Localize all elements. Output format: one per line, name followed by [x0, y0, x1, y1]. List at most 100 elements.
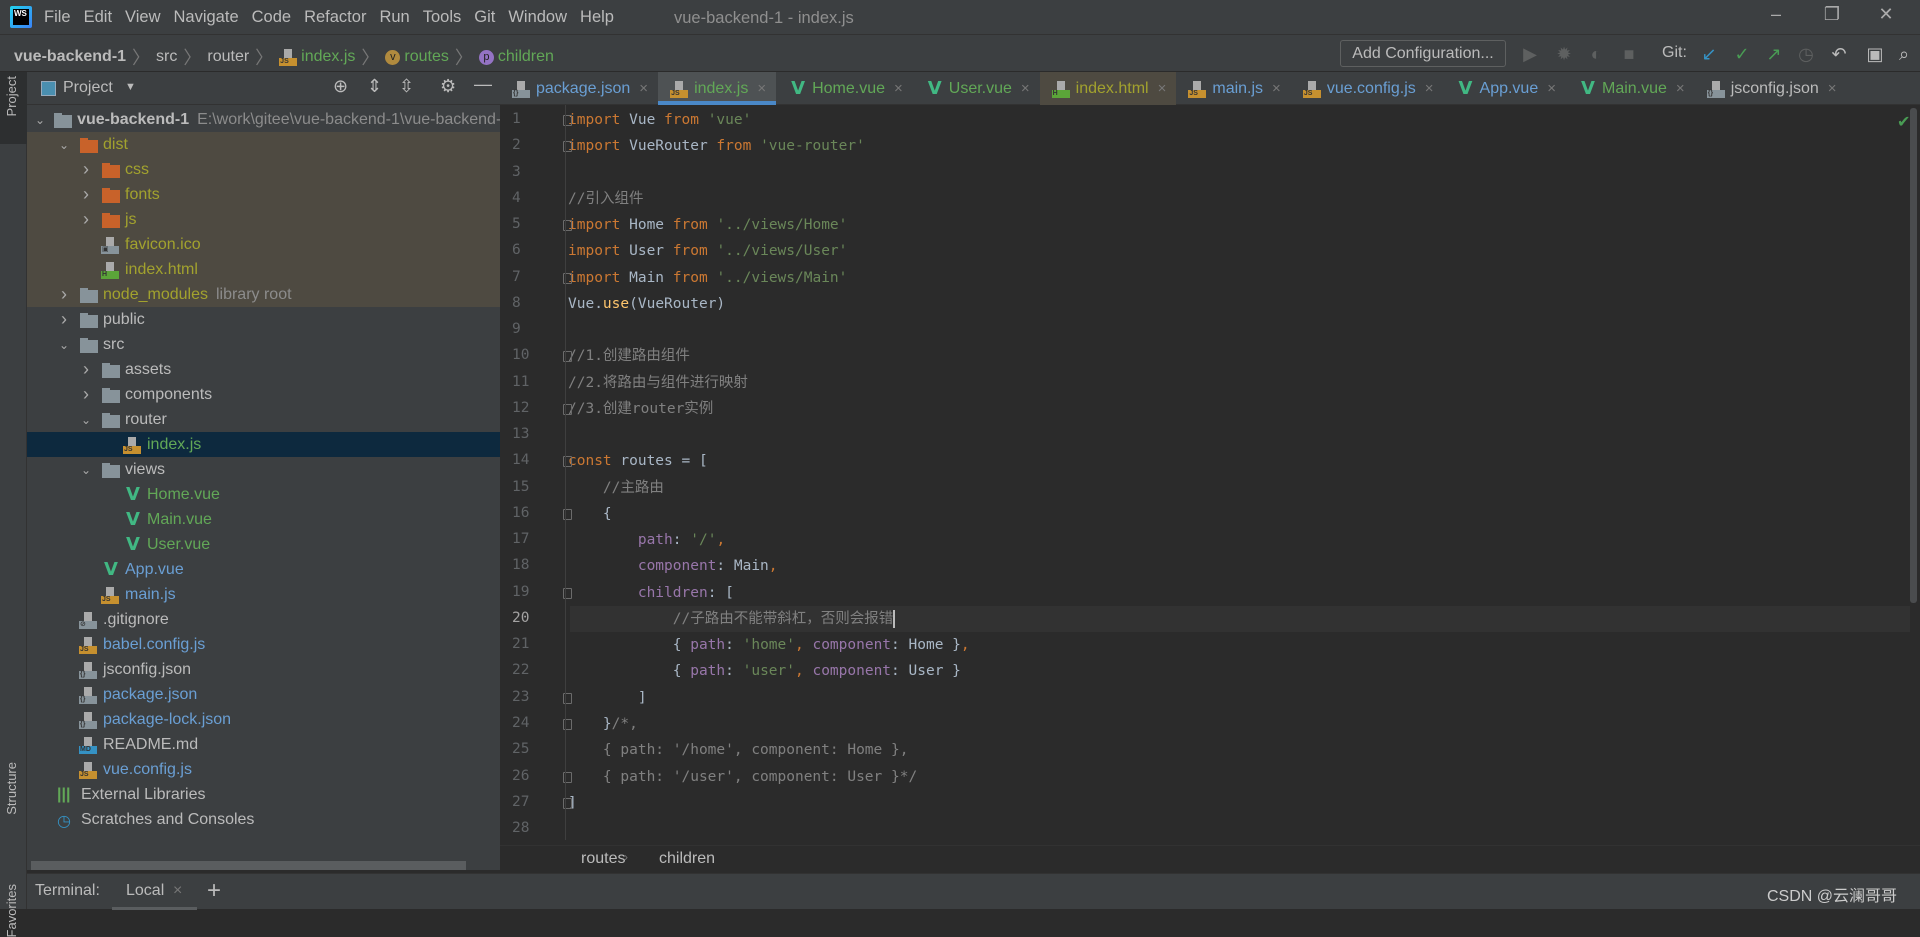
code-line[interactable]: component: Main,	[568, 553, 778, 579]
tree-item[interactable]: ⌄ dist	[27, 132, 500, 157]
code-line[interactable]: }/*,	[568, 711, 638, 737]
close-icon[interactable]: ×	[173, 882, 182, 900]
git-update-icon[interactable]: ↙	[1697, 42, 1721, 66]
code-line[interactable]: import Main from '../views/Main'	[568, 265, 847, 291]
menu-view[interactable]: View	[125, 8, 160, 27]
tree-item[interactable]: ◷ Scratches and Consoles	[27, 807, 500, 832]
terminal-tab-local[interactable]: Local ×	[112, 874, 197, 910]
menu-code[interactable]: Code	[252, 8, 291, 27]
code-line[interactable]: { path: '/user', component: User }*/	[568, 764, 917, 790]
code-line[interactable]: ]	[568, 685, 647, 711]
debug-icon[interactable]: ✹	[1552, 42, 1576, 66]
close-tab-icon[interactable]: ×	[1272, 80, 1281, 97]
code-line[interactable]: //1.创建路由组件	[568, 343, 690, 369]
tab-vue-config-js[interactable]: JS vue.config.js ×	[1291, 72, 1444, 105]
tree-item[interactable]: Hindex.html	[27, 257, 500, 282]
tree-item[interactable]: JS main.js	[27, 582, 500, 607]
expand-all-icon[interactable]: ⇕	[367, 76, 382, 97]
tree-item[interactable]: {} package.json	[27, 682, 500, 707]
git-commit-icon[interactable]: ✓	[1730, 42, 1754, 66]
close-tab-icon[interactable]: ×	[1425, 80, 1434, 97]
tree-item[interactable]: JS vue.config.js	[27, 757, 500, 782]
menu-help[interactable]: Help	[580, 8, 614, 27]
code-line[interactable]: path: '/',	[568, 527, 725, 553]
menu-navigate[interactable]: Navigate	[174, 8, 239, 27]
tree-item[interactable]: ⊘ .gitignore	[27, 607, 500, 632]
code-line[interactable]: import Home from '../views/Home'	[568, 212, 847, 238]
chevron-down-icon[interactable]: ⌄	[79, 413, 93, 427]
gear-icon[interactable]: ⚙	[440, 76, 456, 97]
tree-item[interactable]: V App.vue	[27, 557, 500, 582]
code-editor[interactable]: 1 import Vue from 'vue' 2 import VueRouter …	[500, 105, 1920, 845]
breadcrumb-routes[interactable]: routes	[404, 48, 448, 66]
tree-item[interactable]: JS babel.config.js	[27, 632, 500, 657]
chevron-down-icon[interactable]: ▼	[125, 81, 136, 93]
menu-run[interactable]: Run	[379, 8, 409, 27]
tree-item[interactable]: {} jsconfig.json	[27, 657, 500, 682]
chevron-down-icon[interactable]: ⌄	[57, 338, 71, 352]
tab-main-js[interactable]: JS main.js ×	[1176, 72, 1290, 105]
tab-index-js[interactable]: JS index.js ×	[658, 72, 777, 105]
menu-git[interactable]: Git	[474, 8, 495, 27]
editor-crumb-children[interactable]: children	[659, 850, 715, 868]
tree-item[interactable]: ||| External Libraries	[27, 782, 500, 807]
tree-item[interactable]: {} package-lock.json	[27, 707, 500, 732]
chevron-right-icon[interactable]: ›	[79, 359, 93, 380]
tree-item[interactable]: V User.vue	[27, 532, 500, 557]
breadcrumb-children[interactable]: children	[498, 48, 554, 66]
collapse-all-icon[interactable]: ⇳	[399, 76, 414, 97]
breadcrumb-project[interactable]: vue-backend-1	[14, 48, 126, 66]
code-line[interactable]: children: [	[568, 580, 734, 606]
code-line[interactable]: {	[568, 501, 612, 527]
menu-tools[interactable]: Tools	[423, 8, 462, 27]
tree-item[interactable]: JS index.js	[27, 432, 500, 457]
breadcrumb-src[interactable]: src	[156, 48, 177, 66]
chevron-right-icon[interactable]: ›	[57, 309, 71, 330]
code-line[interactable]: { path: 'home', component: Home },	[568, 632, 970, 658]
tree-item[interactable]: › components	[27, 382, 500, 407]
code-line[interactable]: Vue.use(VueRouter)	[568, 291, 725, 317]
code-line[interactable]: import Vue from 'vue'	[568, 107, 751, 133]
tab-jsconfig-json[interactable]: {} jsconfig.json ×	[1695, 72, 1847, 105]
chevron-right-icon[interactable]: ›	[57, 284, 71, 305]
tab-main-vue[interactable]: V Main.vue ×	[1566, 72, 1695, 105]
menu-edit[interactable]: Edit	[84, 8, 112, 27]
code-line[interactable]: { path: '/home', component: Home },	[568, 737, 909, 763]
tab-app-vue[interactable]: V App.vue ×	[1444, 72, 1566, 105]
editor-vertical-scrollbar[interactable]	[1910, 108, 1917, 603]
chevron-right-icon[interactable]: ›	[79, 159, 93, 180]
close-tab-icon[interactable]: ×	[1828, 80, 1837, 97]
project-tool-tab[interactable]: Project	[0, 72, 27, 144]
code-line[interactable]: //引入组件	[568, 186, 643, 212]
tree-item[interactable]: ⌄ vue-backend-1 E:\work\gitee\vue-backend-…	[27, 107, 500, 132]
code-line[interactable]: //子路由不能带斜杠，否则会报错	[568, 606, 896, 632]
close-tab-icon[interactable]: ×	[1021, 80, 1030, 97]
locate-icon[interactable]: ⊕	[333, 76, 348, 97]
code-line[interactable]: const routes = [	[568, 448, 708, 474]
tab-package-json[interactable]: {} package.json ×	[500, 72, 658, 105]
stop-icon[interactable]: ■	[1617, 42, 1641, 66]
chevron-right-icon[interactable]: ›	[79, 384, 93, 405]
structure-tool-tab[interactable]: Structure	[4, 762, 19, 815]
breadcrumb-router[interactable]: router	[207, 48, 249, 66]
tree-item[interactable]: › fonts	[27, 182, 500, 207]
inspection-ok-icon[interactable]: ✔	[1897, 112, 1910, 132]
tree-item[interactable]: ▣ favicon.ico	[27, 232, 500, 257]
add-configuration-button[interactable]: Add Configuration...	[1340, 40, 1506, 67]
favorites-tool-tab[interactable]: Favorites	[4, 884, 19, 937]
tree-item[interactable]: ⌄ src	[27, 332, 500, 357]
chevron-down-icon[interactable]: ⌄	[57, 138, 71, 152]
tree-item[interactable]: › css	[27, 157, 500, 182]
code-line[interactable]: import User from '../views/User'	[568, 238, 847, 264]
project-view-selector[interactable]: Project	[63, 79, 113, 97]
close-tab-icon[interactable]: ×	[1547, 80, 1556, 97]
minimize-button[interactable]: –	[1756, 4, 1796, 30]
git-history-icon[interactable]: ◷	[1794, 42, 1818, 66]
rollback-icon[interactable]: ↶	[1827, 42, 1851, 66]
tab-index-html[interactable]: Hindex.html ×	[1039, 72, 1177, 105]
chevron-right-icon[interactable]: ›	[79, 209, 93, 230]
search-icon[interactable]: ⌕	[1892, 42, 1916, 66]
tree-item[interactable]: V Main.vue	[27, 507, 500, 532]
tree-item[interactable]: ⌄ views	[27, 457, 500, 482]
code-line[interactable]: //主路由	[568, 475, 664, 501]
